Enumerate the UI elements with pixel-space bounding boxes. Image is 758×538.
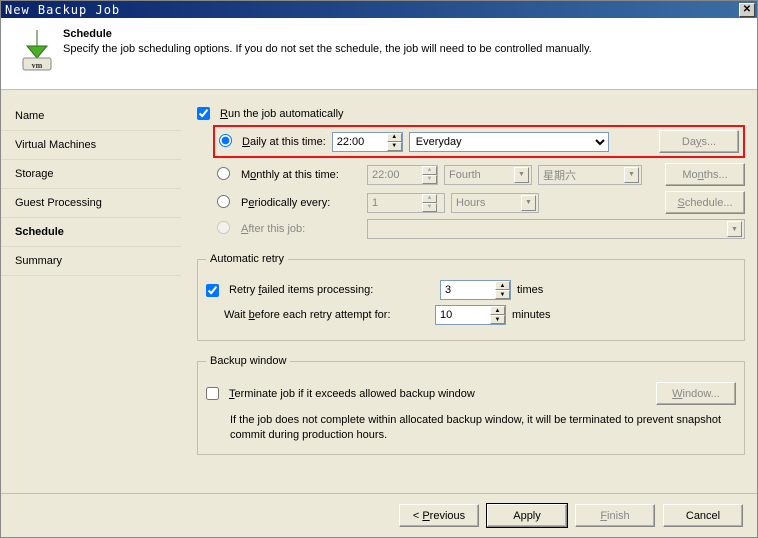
retry-checkbox[interactable]: [206, 284, 219, 297]
header-title: Schedule: [63, 28, 592, 40]
daily-time-input[interactable]: [333, 133, 387, 151]
chevron-down-icon: ▼: [514, 167, 529, 183]
monthly-label: Monthly at this time:: [241, 169, 361, 181]
chevron-down-icon: ▼: [521, 195, 536, 211]
sidebar-item-schedule[interactable]: Schedule: [1, 218, 181, 247]
retry-row: Retry failed items processing: ▲▼ times: [206, 280, 736, 300]
daily-label: Daily at this time:: [242, 136, 326, 148]
daily-day-combo[interactable]: Everyday: [409, 132, 609, 152]
spin-down-icon: ▼: [422, 203, 437, 212]
cancel-button[interactable]: Cancel: [663, 504, 743, 527]
automatic-retry-group: Automatic retry Retry failed items proce…: [197, 253, 745, 341]
header: vm Schedule Specify the job scheduling o…: [1, 18, 757, 90]
wait-value-input[interactable]: [436, 306, 490, 324]
run-automatically-row: Run the job automatically: [197, 107, 745, 120]
spin-down-icon: ▼: [422, 175, 437, 184]
after-row: After this job: ▼: [217, 219, 745, 239]
periodic-unit-combo: Hours▼: [451, 193, 539, 213]
footer: < Previous Apply Finish Cancel: [1, 493, 757, 537]
backup-window-group: Backup window Terminate job if it exceed…: [197, 355, 745, 455]
header-subtitle: Specify the job scheduling options. If y…: [63, 43, 592, 55]
monthly-week-combo: Fourth▼: [444, 165, 532, 185]
sidebar-item-name[interactable]: Name: [1, 102, 181, 131]
spin-up-icon: ▲: [422, 194, 437, 203]
monthly-time-input: [368, 166, 422, 184]
after-job-combo: ▼: [367, 219, 745, 239]
spin-up-icon[interactable]: ▲: [495, 281, 510, 290]
chevron-down-icon: ▼: [624, 167, 639, 183]
apply-button[interactable]: Apply: [487, 504, 567, 527]
periodic-value-spinner: ▲▼: [367, 193, 445, 213]
periodic-radio[interactable]: [217, 195, 230, 208]
terminate-row: Terminate job if it exceeds allowed back…: [206, 382, 736, 405]
schedule-icon: vm: [15, 28, 63, 75]
monthly-radio[interactable]: [217, 167, 230, 180]
wait-row: Wait before each retry attempt for: ▲▼ m…: [224, 305, 736, 325]
spin-down-icon[interactable]: ▼: [490, 315, 505, 324]
sidebar-item-virtual-machines[interactable]: Virtual Machines: [1, 131, 181, 160]
wait-unit-label: minutes: [512, 309, 551, 321]
spin-up-icon: ▲: [422, 166, 437, 175]
after-label: After this job:: [241, 223, 361, 235]
retry-label: Retry failed items processing:: [229, 284, 434, 296]
window: New Backup Job ✕ vm Schedule Specify the…: [0, 0, 758, 538]
after-radio: [217, 221, 230, 234]
wait-value-spinner[interactable]: ▲▼: [435, 305, 506, 325]
monthly-row: Monthly at this time: ▲▼ Fourth▼ 星期六▼ Mo…: [217, 163, 745, 186]
spin-down-icon[interactable]: ▼: [495, 290, 510, 299]
months-button[interactable]: Months...: [665, 163, 745, 186]
titlebar: New Backup Job ✕: [1, 1, 757, 18]
spin-up-icon[interactable]: ▲: [490, 306, 505, 315]
backup-window-hint: If the job does not complete within allo…: [230, 413, 736, 444]
periodic-row: Periodically every: ▲▼ Hours▼ Schedule..…: [217, 191, 745, 214]
window-button[interactable]: Window...: [656, 382, 736, 405]
sidebar-item-storage[interactable]: Storage: [1, 160, 181, 189]
svg-text:vm: vm: [32, 61, 43, 70]
retry-count-spinner[interactable]: ▲▼: [440, 280, 511, 300]
days-button[interactable]: Days...: [659, 130, 739, 153]
sidebar: Name Virtual Machines Storage Guest Proc…: [1, 90, 181, 499]
spin-down-icon[interactable]: ▼: [387, 142, 402, 151]
body: Name Virtual Machines Storage Guest Proc…: [1, 90, 757, 499]
periodic-value-input: [368, 194, 422, 212]
previous-button[interactable]: < Previous: [399, 504, 479, 527]
sidebar-item-guest-processing[interactable]: Guest Processing: [1, 189, 181, 218]
close-button[interactable]: ✕: [739, 3, 755, 17]
backup-window-legend: Backup window: [206, 355, 290, 367]
terminate-checkbox[interactable]: [206, 387, 219, 400]
window-title: New Backup Job: [3, 3, 120, 17]
run-automatically-checkbox[interactable]: [197, 107, 210, 120]
run-automatically-label: Run the job automatically: [220, 108, 344, 120]
daily-time-spinner[interactable]: ▲▼: [332, 132, 403, 152]
sidebar-item-summary[interactable]: Summary: [1, 247, 181, 276]
periodic-label: Periodically every:: [241, 197, 361, 209]
content: Run the job automatically Daily at this …: [181, 90, 757, 499]
terminate-label: Terminate job if it exceeds allowed back…: [229, 388, 475, 400]
chevron-down-icon: ▼: [727, 221, 742, 237]
daily-radio[interactable]: [219, 134, 232, 147]
finish-button[interactable]: Finish: [575, 504, 655, 527]
automatic-retry-legend: Automatic retry: [206, 253, 288, 265]
daily-row: Daily at this time: ▲▼ Everyday Days...: [213, 125, 745, 158]
retry-times-label: times: [517, 284, 543, 296]
monthly-time-spinner: ▲▼: [367, 165, 438, 185]
spin-up-icon[interactable]: ▲: [387, 133, 402, 142]
monthly-weekday-combo: 星期六▼: [538, 165, 642, 185]
wait-label: Wait before each retry attempt for:: [224, 309, 429, 321]
schedule-button[interactable]: Schedule...: [665, 191, 745, 214]
retry-count-input[interactable]: [441, 281, 495, 299]
